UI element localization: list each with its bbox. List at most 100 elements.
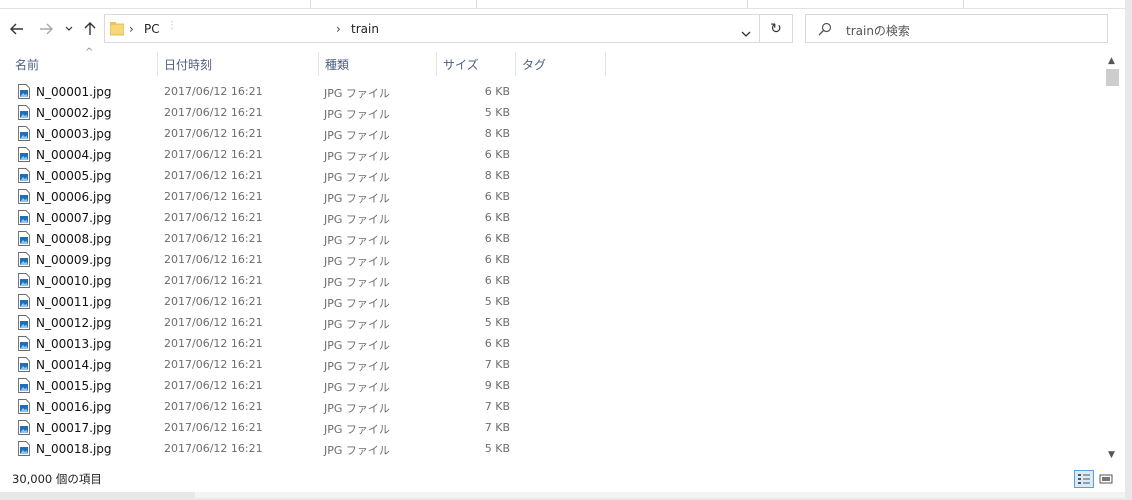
file-row[interactable]: N_00012.jpg 2017/06/12 16:21 JPG ファイル 5 KB bbox=[0, 313, 1104, 334]
file-row[interactable]: N_00005.jpg 2017/06/12 16:21 JPG ファイル 8 KB bbox=[0, 166, 1104, 187]
arrow-right-icon bbox=[40, 23, 53, 35]
sort-ascending-icon: ^ bbox=[85, 47, 94, 58]
file-row[interactable]: N_00003.jpg 2017/06/12 16:21 JPG ファイル 8 KB bbox=[0, 124, 1104, 145]
column-date[interactable]: 日付時刻 bbox=[158, 52, 318, 76]
file-name[interactable]: N_00011.jpg bbox=[36, 295, 112, 309]
file-name[interactable]: N_00005.jpg bbox=[36, 169, 112, 183]
file-date: 2017/06/12 16:21 bbox=[164, 106, 263, 119]
file-type: JPG ファイル bbox=[324, 276, 390, 289]
file-row[interactable]: N_00015.jpg 2017/06/12 16:21 JPG ファイル 9 KB bbox=[0, 376, 1104, 397]
chevron-down-icon bbox=[741, 31, 751, 37]
details-view-button[interactable] bbox=[1074, 470, 1094, 488]
file-row[interactable]: N_00008.jpg 2017/06/12 16:21 JPG ファイル 6 KB bbox=[0, 229, 1104, 250]
column-resize-handle[interactable] bbox=[605, 52, 606, 76]
ribbon-separator bbox=[310, 0, 311, 8]
file-row[interactable]: N_00013.jpg 2017/06/12 16:21 JPG ファイル 6 KB bbox=[0, 334, 1104, 355]
file-row[interactable]: N_00006.jpg 2017/06/12 16:21 JPG ファイル 6 KB bbox=[0, 187, 1104, 208]
file-date: 2017/06/12 16:21 bbox=[164, 358, 263, 371]
file-size: 5 KB bbox=[484, 106, 510, 119]
file-row[interactable]: N_00009.jpg 2017/06/12 16:21 JPG ファイル 6 KB bbox=[0, 250, 1104, 271]
file-name[interactable]: N_00012.jpg bbox=[36, 316, 112, 330]
file-name[interactable]: N_00016.jpg bbox=[36, 400, 112, 414]
refresh-button[interactable]: ↻ bbox=[760, 14, 793, 43]
file-size: 5 KB bbox=[484, 295, 510, 308]
file-type: JPG ファイル bbox=[324, 255, 390, 268]
window-shadow bbox=[0, 492, 1132, 500]
file-row[interactable]: N_00001.jpg 2017/06/12 16:21 JPG ファイル 6 KB bbox=[0, 82, 1104, 103]
file-row[interactable]: N_00007.jpg 2017/06/12 16:21 JPG ファイル 6 KB bbox=[0, 208, 1104, 229]
file-size: 9 KB bbox=[484, 379, 510, 392]
jpg-file-icon bbox=[18, 441, 30, 456]
file-name[interactable]: N_00003.jpg bbox=[36, 127, 112, 141]
file-row[interactable]: N_00018.jpg 2017/06/12 16:21 JPG ファイル 5 KB bbox=[0, 439, 1104, 460]
file-type: JPG ファイル bbox=[324, 381, 390, 394]
column-size[interactable]: サイズ bbox=[437, 52, 515, 76]
file-row[interactable]: N_00016.jpg 2017/06/12 16:21 JPG ファイル 7 KB bbox=[0, 397, 1104, 418]
file-name[interactable]: N_00014.jpg bbox=[36, 358, 112, 372]
recent-locations-button[interactable] bbox=[63, 18, 75, 40]
file-date: 2017/06/12 16:21 bbox=[164, 442, 263, 455]
file-name[interactable]: N_00017.jpg bbox=[36, 421, 112, 435]
up-button[interactable] bbox=[82, 18, 98, 40]
folder-icon bbox=[110, 22, 124, 36]
jpg-file-icon bbox=[18, 399, 30, 414]
breadcrumb-pc[interactable]: PC bbox=[144, 22, 160, 36]
file-date: 2017/06/12 16:21 bbox=[164, 400, 263, 413]
file-size: 6 KB bbox=[484, 337, 510, 350]
file-name[interactable]: N_00001.jpg bbox=[36, 85, 112, 99]
file-type: JPG ファイル bbox=[324, 297, 390, 310]
file-size: 8 KB bbox=[484, 169, 510, 182]
file-name[interactable]: N_00007.jpg bbox=[36, 211, 112, 225]
jpg-file-icon bbox=[18, 168, 30, 183]
forward-button[interactable] bbox=[37, 18, 55, 40]
file-type: JPG ファイル bbox=[324, 318, 390, 331]
address-dropdown-button[interactable] bbox=[741, 23, 751, 42]
file-name[interactable]: N_00004.jpg bbox=[36, 148, 112, 162]
file-size: 6 KB bbox=[484, 190, 510, 203]
vertical-scrollbar[interactable]: ▲ ▼ bbox=[1104, 52, 1121, 466]
file-date: 2017/06/12 16:21 bbox=[164, 337, 263, 350]
file-name[interactable]: N_00013.jpg bbox=[36, 337, 112, 351]
search-box[interactable]: trainの検索 bbox=[805, 14, 1108, 43]
jpg-file-icon bbox=[18, 210, 30, 225]
refresh-icon: ↻ bbox=[770, 20, 782, 37]
file-name[interactable]: N_00002.jpg bbox=[36, 106, 112, 120]
scroll-up-icon[interactable]: ▲ bbox=[1108, 56, 1115, 66]
file-row[interactable]: N_00014.jpg 2017/06/12 16:21 JPG ファイル 7 KB bbox=[0, 355, 1104, 376]
column-name[interactable]: 名前 ^ bbox=[9, 47, 157, 76]
file-date: 2017/06/12 16:21 bbox=[164, 148, 263, 161]
file-row[interactable]: N_00011.jpg 2017/06/12 16:21 JPG ファイル 5 KB bbox=[0, 292, 1104, 313]
file-name[interactable]: N_00008.jpg bbox=[36, 232, 112, 246]
column-name-label: 名前 bbox=[15, 57, 40, 72]
file-name[interactable]: N_00006.jpg bbox=[36, 190, 112, 204]
file-list: N_00001.jpg 2017/06/12 16:21 JPG ファイル 6 KB N… bbox=[0, 82, 1104, 466]
file-name[interactable]: N_00010.jpg bbox=[36, 274, 112, 288]
large-icons-view-button[interactable] bbox=[1096, 470, 1116, 488]
search-placeholder: trainの検索 bbox=[846, 24, 910, 38]
file-date: 2017/06/12 16:21 bbox=[164, 295, 263, 308]
scrollbar-thumb[interactable] bbox=[1106, 69, 1119, 86]
jpg-file-icon bbox=[18, 189, 30, 204]
breadcrumb-separator[interactable]: › bbox=[129, 22, 134, 36]
ribbon-separator bbox=[963, 0, 964, 8]
breadcrumb-train[interactable]: train bbox=[351, 22, 379, 36]
file-date: 2017/06/12 16:21 bbox=[164, 190, 263, 203]
address-bar[interactable]: › PC ⋮ › train bbox=[104, 14, 760, 43]
column-type[interactable]: 種類 bbox=[319, 52, 436, 76]
scroll-down-icon[interactable]: ▼ bbox=[1108, 450, 1115, 460]
arrow-up-icon bbox=[84, 22, 96, 35]
column-tag[interactable]: タグ bbox=[516, 52, 605, 76]
ribbon-separator bbox=[476, 0, 477, 8]
file-row[interactable]: N_00002.jpg 2017/06/12 16:21 JPG ファイル 5 KB bbox=[0, 103, 1104, 124]
file-row[interactable]: N_00017.jpg 2017/06/12 16:21 JPG ファイル 7 KB bbox=[0, 418, 1104, 439]
breadcrumb-separator[interactable]: › bbox=[336, 22, 341, 36]
file-name[interactable]: N_00018.jpg bbox=[36, 442, 112, 456]
file-size: 7 KB bbox=[484, 358, 510, 371]
back-button[interactable] bbox=[8, 18, 26, 40]
file-date: 2017/06/12 16:21 bbox=[164, 85, 263, 98]
file-row[interactable]: N_00004.jpg 2017/06/12 16:21 JPG ファイル 6 KB bbox=[0, 145, 1104, 166]
file-name[interactable]: N_00009.jpg bbox=[36, 253, 112, 267]
file-name[interactable]: N_00015.jpg bbox=[36, 379, 112, 393]
search-icon bbox=[818, 22, 832, 36]
file-row[interactable]: N_00010.jpg 2017/06/12 16:21 JPG ファイル 6 KB bbox=[0, 271, 1104, 292]
